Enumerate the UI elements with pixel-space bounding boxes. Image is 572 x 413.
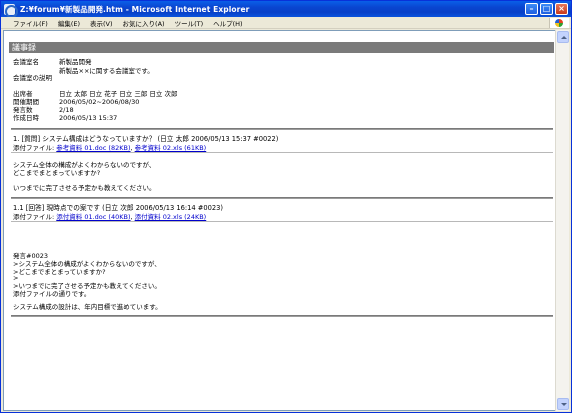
menu-view[interactable]: 表示(V) (90, 18, 113, 28)
attachment-label: 添付ファイル: (13, 213, 55, 221)
windows-logo-icon (549, 18, 569, 28)
attendees: 日立 太郎 日立 花子 日立 三郎 日立 次郎 (59, 89, 178, 98)
title-bar: Z:¥forum¥新製品開発.htm - Microsoft Internet … (1, 1, 571, 18)
maximize-button[interactable]: □ (540, 3, 553, 15)
post-body-line: いつまでに完了させる予定かも教えてください。 (13, 184, 156, 192)
menu-help[interactable]: ヘルプ(H) (213, 18, 242, 28)
browser-window: Z:¥forum¥新製品開発.htm - Microsoft Internet … (0, 0, 572, 413)
divider (11, 315, 553, 317)
menu-tools[interactable]: ツール(T) (175, 18, 204, 28)
post-count: 2/18 (59, 105, 74, 114)
attachment-label: 添付ファイル: (13, 144, 55, 152)
scroll-up-icon[interactable] (557, 31, 569, 43)
period: 2006/05/02~2006/08/30 (59, 97, 140, 106)
post-body-line: システム構成の設計は、年内目標で進めています。 (13, 303, 162, 311)
divider (11, 221, 553, 222)
menu-bar: ファイル(F) 編集(E) 表示(V) お気に入り(A) ツール(T) ヘルプ(… (1, 17, 571, 29)
attachment-row: 添付ファイル: 添付資料 01.doc (40KB), 添付資料 02.xls … (13, 213, 207, 221)
post-body-line: 添付ファイルの通りです。 (13, 290, 91, 298)
menu-file[interactable]: ファイル(F) (13, 18, 48, 28)
attachment-row: 添付ファイル: 参考資料 01.doc (82KB), 参考資料 02.xls … (13, 144, 207, 152)
menu-edit[interactable]: 編集(E) (58, 18, 80, 28)
scroll-down-icon[interactable] (557, 398, 569, 410)
menu-favorites[interactable]: お気に入り(A) (123, 18, 165, 28)
close-button[interactable]: × (555, 3, 568, 15)
minimize-button[interactable]: – (525, 3, 538, 15)
post-body-line: どこまでまとまっていますか? (13, 169, 101, 177)
divider (11, 197, 553, 199)
room-description: 新製品××に関する会議室です。 (59, 66, 154, 75)
period-label: 開催期間 (13, 97, 39, 106)
page-content: 議事録 会議室名 新製品開発 新製品××に関する会議室です。 会議室の説明 出席… (3, 30, 556, 411)
vertical-scrollbar[interactable] (555, 30, 569, 411)
attachment-link[interactable]: 添付資料 02.xls (24KB) (135, 213, 207, 221)
room-name-label: 会議室名 (13, 58, 39, 66)
window-controls: – □ × (525, 3, 568, 15)
created-label: 作成日時 (13, 114, 39, 123)
divider (11, 128, 553, 130)
ie-icon (4, 3, 18, 18)
attachment-link[interactable]: 添付資料 01.doc (40KB) (56, 213, 130, 221)
window-title: Z:¥forum¥新製品開発.htm - Microsoft Internet … (20, 4, 250, 14)
post-count-label: 発言数 (13, 105, 33, 114)
attachment-link[interactable]: 参考資料 01.doc (82KB) (56, 144, 130, 152)
attendees-label: 出席者 (13, 89, 33, 98)
room-description-label: 会議室の説明 (13, 73, 52, 82)
page-title: 議事録 (9, 42, 554, 53)
room-name: 新製品開発 (59, 58, 92, 66)
divider (11, 152, 553, 153)
post-body-line: >どこまでまとまっていますか? (13, 268, 106, 276)
created-date: 2006/05/13 15:37 (59, 114, 118, 123)
room-info: 会議室名 新製品開発 新製品××に関する会議室です。 会議室の説明 出席者 日立… (13, 58, 177, 122)
attachment-link[interactable]: 参考資料 02.xls (61KB) (135, 144, 207, 152)
